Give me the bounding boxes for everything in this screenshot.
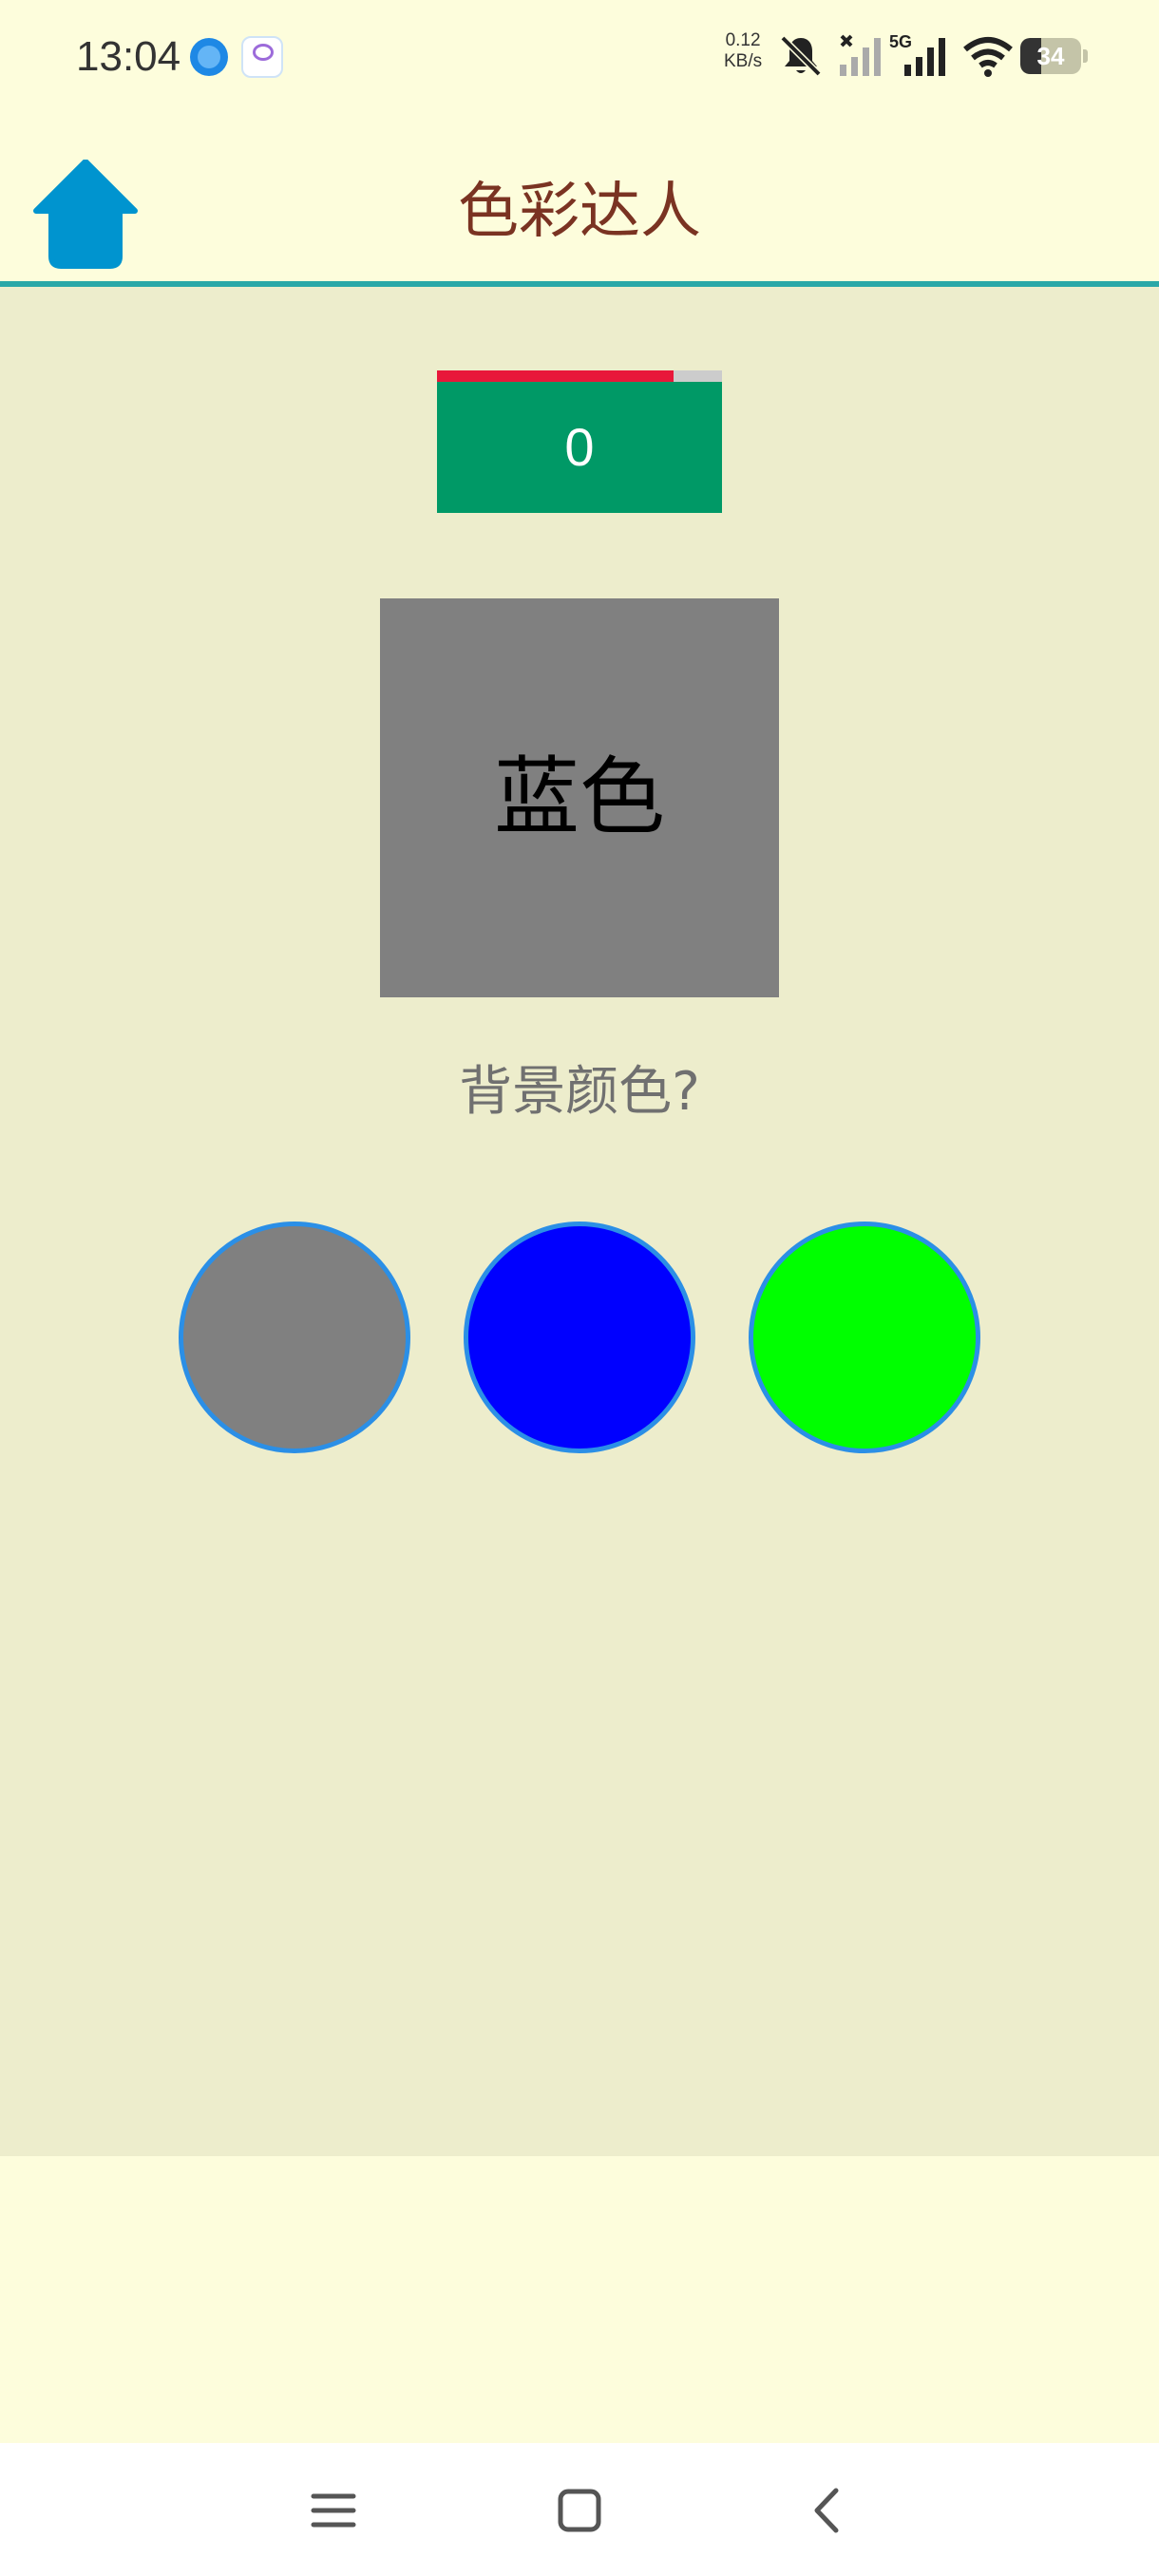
network-speed-unit: KB/s — [724, 51, 763, 71]
game-area: 0 蓝色 背景颜色? — [0, 287, 1159, 2156]
menu-icon — [311, 2493, 356, 2528]
mute-icon — [780, 35, 822, 77]
color-word: 蓝色 — [494, 748, 665, 847]
battery-cap — [1083, 49, 1088, 63]
battery-icon: 34 — [1020, 38, 1088, 74]
system-nav-bar — [0, 2443, 1159, 2576]
browser-icon — [190, 38, 228, 76]
timer-fill — [437, 370, 674, 382]
app-notification-icon — [241, 36, 283, 78]
question-text: 背景颜色? — [459, 1061, 700, 1123]
system-home-button[interactable] — [546, 2477, 613, 2544]
home-icon — [33, 159, 138, 269]
home-button[interactable] — [28, 159, 142, 274]
network-speed: 0.12 KB/s — [724, 30, 762, 72]
status-bar: 13:04 0.12 KB/s 5G 34 — [0, 0, 1159, 114]
battery-body: 34 — [1020, 38, 1081, 74]
network-speed-value: 0.12 — [725, 30, 761, 50]
recent-apps-button[interactable] — [300, 2477, 367, 2544]
score-display: 0 — [437, 382, 722, 513]
system-back-button[interactable] — [794, 2477, 861, 2544]
color-option-gray[interactable] — [179, 1222, 410, 1453]
signal-icon — [904, 38, 945, 76]
signal-icon — [840, 34, 881, 76]
color-card: 蓝色 — [380, 598, 779, 997]
battery-level: 34 — [1036, 42, 1065, 70]
back-icon — [814, 2488, 839, 2533]
home-square-icon — [558, 2489, 601, 2532]
page-title: 色彩达人 — [458, 177, 701, 247]
color-option-blue[interactable] — [464, 1222, 695, 1453]
status-time: 13:04 — [76, 33, 181, 80]
color-option-green[interactable] — [749, 1222, 980, 1453]
color-options — [0, 1222, 1159, 1459]
app-header: 色彩达人 — [0, 114, 1159, 281]
wifi-icon — [963, 37, 1013, 77]
timer-bar — [437, 370, 722, 382]
